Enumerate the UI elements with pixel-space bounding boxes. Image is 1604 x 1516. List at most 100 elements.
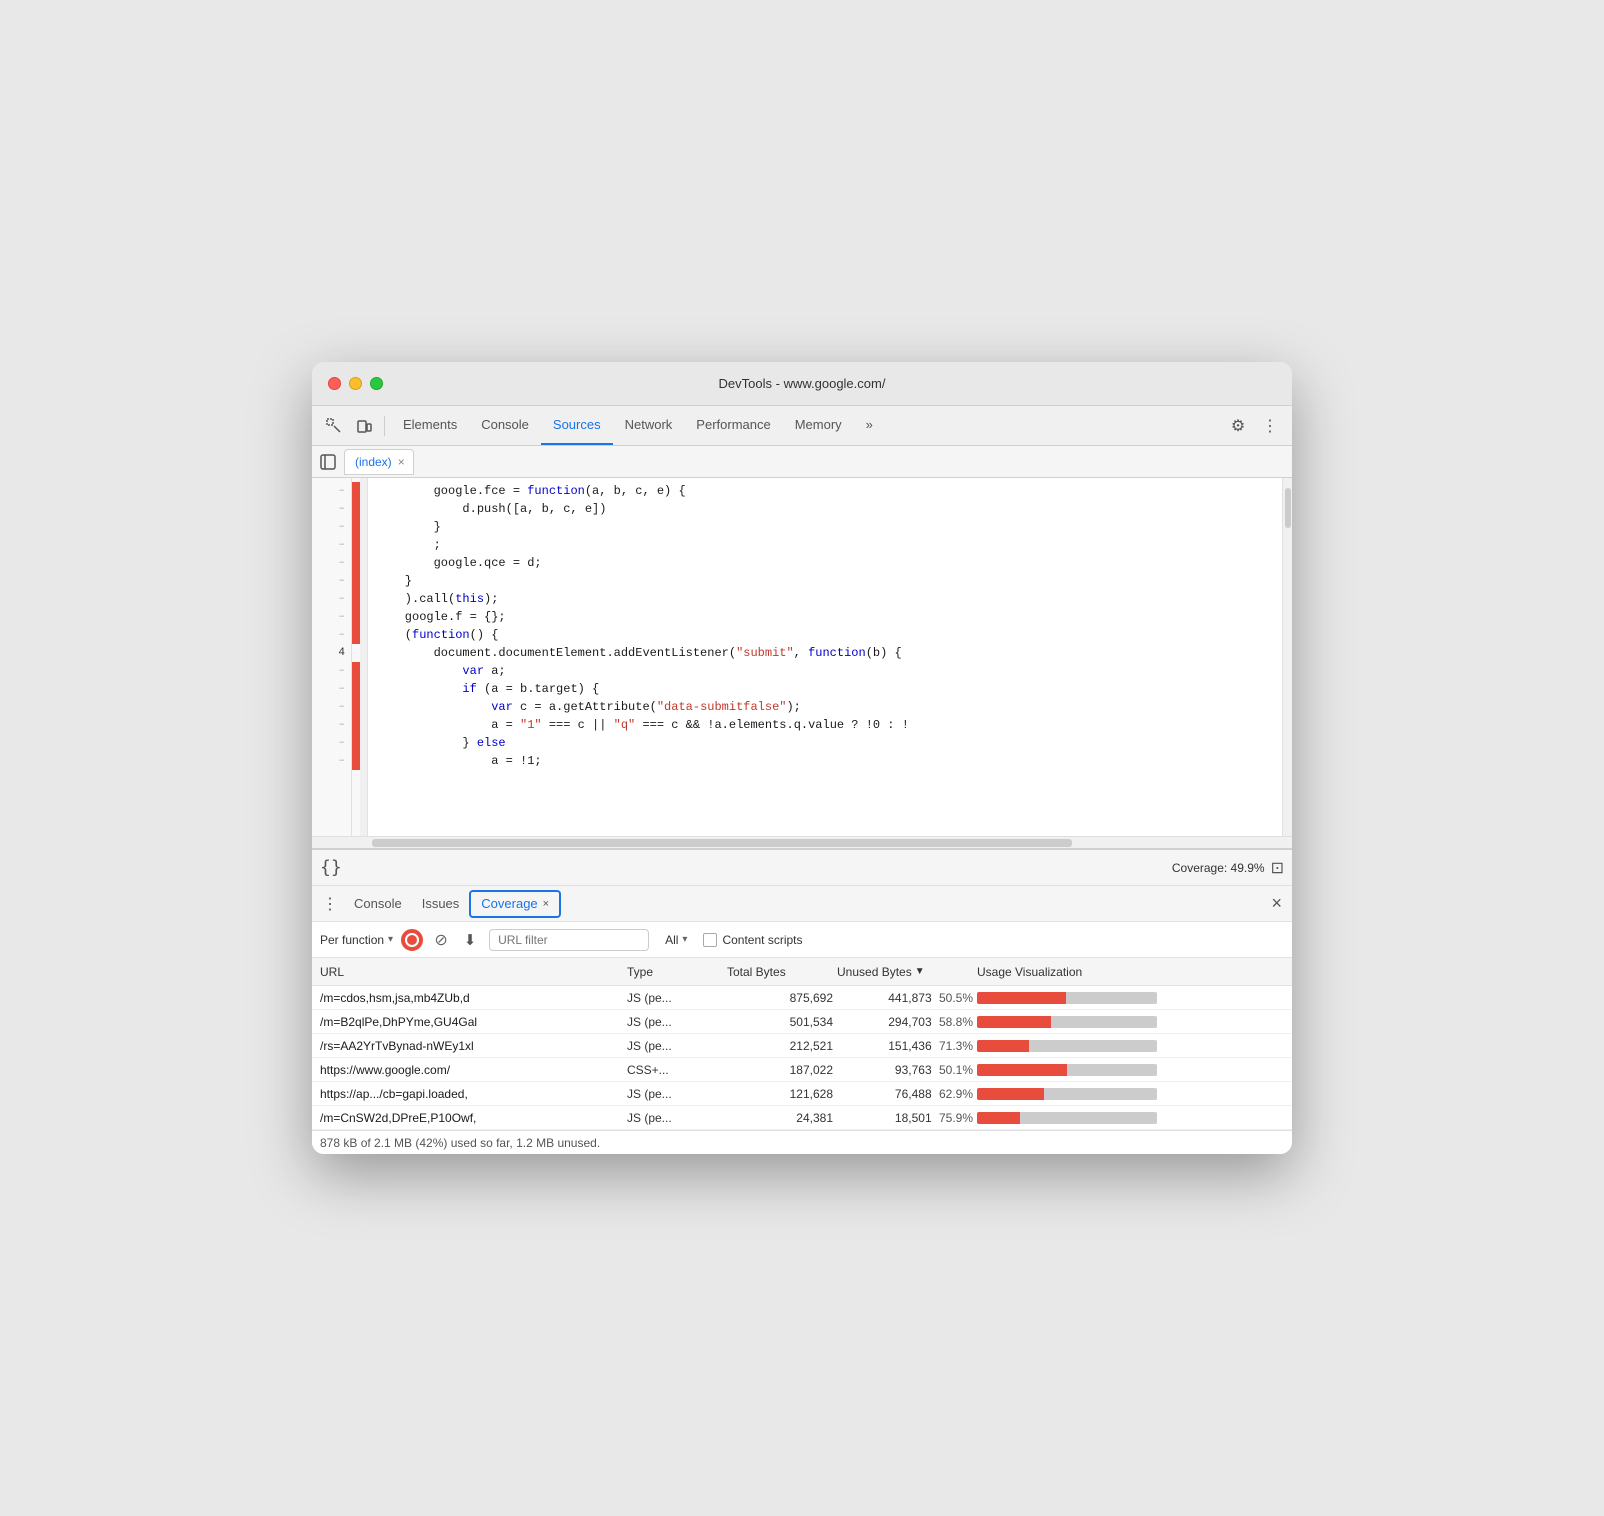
scroll-indicator[interactable] <box>1282 478 1292 836</box>
horizontal-scroll[interactable] <box>312 836 1292 848</box>
toolbar-right: ⚙ ⋮ <box>1224 412 1284 440</box>
line-num-3: – <box>312 518 351 536</box>
tab-coverage-bottom[interactable]: Coverage × <box>469 890 561 918</box>
coverage-mark-4 <box>352 536 360 554</box>
row3-used-portion <box>977 1040 1029 1052</box>
code-line-3: } <box>376 518 1274 536</box>
row6-url: /m=CnSW2d,DPreE,P10Owf, <box>320 1111 627 1125</box>
table-body: /m=cdos,hsm,jsa,mb4ZUb,d JS (pe... 875,6… <box>312 986 1292 1130</box>
row1-used-portion <box>977 992 1066 1004</box>
tab-more[interactable]: » <box>854 406 885 445</box>
code-editor: – – – – – – – – – 4 – – – – – – <box>312 478 1292 848</box>
code-line-4: ; <box>376 536 1274 554</box>
clear-button[interactable]: ⊘ <box>431 930 451 950</box>
table-row[interactable]: /m=cdos,hsm,jsa,mb4ZUb,d JS (pe... 875,6… <box>312 986 1292 1010</box>
row1-usage-bar-cell <box>977 992 1284 1004</box>
line-num-9: – <box>312 626 351 644</box>
coverage-mark-14 <box>352 716 360 734</box>
content-scripts-checkbox[interactable]: Content scripts <box>703 933 802 947</box>
row2-type: JS (pe... <box>627 1015 727 1029</box>
code-line-1: google.fce = function(a, b, c, e) { <box>376 482 1274 500</box>
tab-console-bottom[interactable]: Console <box>344 890 412 918</box>
tab-performance[interactable]: Performance <box>684 406 782 445</box>
coverage-mark-12 <box>352 680 360 698</box>
per-function-label: Per function <box>320 933 384 947</box>
tab-sources[interactable]: Sources <box>541 406 613 445</box>
sidebar-toggle-button[interactable] <box>316 450 340 474</box>
coverage-mark-3 <box>352 518 360 536</box>
coverage-tab-close[interactable]: × <box>543 898 549 910</box>
all-label: All <box>665 933 678 947</box>
h-scroll-thumb[interactable] <box>372 839 1072 847</box>
close-traffic-light[interactable] <box>328 377 341 390</box>
table-row[interactable]: /m=B2qlPe,DhPYme,GU4Gal JS (pe... 501,53… <box>312 1010 1292 1034</box>
row5-unused: 76,488 62.9% <box>837 1087 977 1101</box>
minimize-traffic-light[interactable] <box>349 377 362 390</box>
per-function-select[interactable]: Per function ▾ <box>320 933 393 947</box>
kebab-menu-button[interactable]: ⋮ <box>316 894 344 914</box>
file-tab-bar: (index) × <box>312 446 1292 478</box>
brackets-icon: {} <box>320 857 342 878</box>
row2-url: /m=B2qlPe,DhPYme,GU4Gal <box>320 1015 627 1029</box>
bottom-panel: {} Coverage: 49.9% ⊡ ⋮ Console Issues Co… <box>312 848 1292 1154</box>
code-line-11: var a; <box>376 662 1274 680</box>
row1-url: /m=cdos,hsm,jsa,mb4ZUb,d <box>320 991 627 1005</box>
table-row[interactable]: https://ap.../cb=gapi.loaded, JS (pe... … <box>312 1082 1292 1106</box>
settings-button[interactable]: ⚙ <box>1224 412 1252 440</box>
row2-usage-bar-cell <box>977 1016 1284 1028</box>
row4-unused-portion <box>1067 1064 1157 1076</box>
record-inner <box>405 933 419 947</box>
row3-unused: 151,436 71.3% <box>837 1039 977 1053</box>
fullscreen-traffic-light[interactable] <box>370 377 383 390</box>
close-panel-button[interactable]: × <box>1265 893 1288 914</box>
tab-elements[interactable]: Elements <box>391 406 469 445</box>
code-line-8: google.f = {}; <box>376 608 1274 626</box>
row1-unused: 441,873 50.5% <box>837 991 977 1005</box>
file-tab-index[interactable]: (index) × <box>344 449 414 475</box>
row6-type: JS (pe... <box>627 1111 727 1125</box>
tab-network[interactable]: Network <box>613 406 685 445</box>
download-button[interactable]: ⬇ <box>459 929 481 951</box>
table-row[interactable]: https://www.google.com/ CSS+... 187,022 … <box>312 1058 1292 1082</box>
row5-usage-bar <box>977 1088 1157 1100</box>
code-line-13: var c = a.getAttribute("data-submitfalse… <box>376 698 1274 716</box>
row1-unused-portion <box>1066 992 1157 1004</box>
row5-url: https://ap.../cb=gapi.loaded, <box>320 1087 627 1101</box>
code-line-9: (function() { <box>376 626 1274 644</box>
tab-issues-bottom[interactable]: Issues <box>412 890 470 918</box>
row6-usage-bar <box>977 1112 1157 1124</box>
row4-used-portion <box>977 1064 1067 1076</box>
code-line-16: a = !1; <box>376 752 1274 770</box>
code-line-7: ).call(this); <box>376 590 1274 608</box>
col-header-total: Total Bytes <box>727 965 837 979</box>
coverage-mark-6 <box>352 572 360 590</box>
line-num-4: – <box>312 536 351 554</box>
code-line-14: a = "1" === c || "q" === c && !a.element… <box>376 716 1274 734</box>
line-num-10: 4 <box>312 644 351 662</box>
line-num-15: – <box>312 734 351 752</box>
row3-url: /rs=AA2YrTvBynad-nWEy1xl <box>320 1039 627 1053</box>
row5-used-portion <box>977 1088 1044 1100</box>
device-toolbar-button[interactable] <box>350 412 378 440</box>
scroll-thumb[interactable] <box>1285 488 1291 528</box>
tab-console[interactable]: Console <box>469 406 541 445</box>
line-num-11: – <box>312 662 351 680</box>
code-lines: google.fce = function(a, b, c, e) { d.pu… <box>368 478 1282 836</box>
url-filter-input[interactable] <box>489 929 649 951</box>
content-scripts-check-box[interactable] <box>703 933 717 947</box>
inspect-element-button[interactable] <box>320 412 348 440</box>
tab-memory[interactable]: Memory <box>783 406 854 445</box>
all-select[interactable]: All ▾ <box>657 933 695 947</box>
title-bar: DevTools - www.google.com/ <box>312 362 1292 406</box>
row4-usage-bar <box>977 1064 1157 1076</box>
row4-usage-bar-cell <box>977 1064 1284 1076</box>
table-row[interactable]: /m=CnSW2d,DPreE,P10Owf, JS (pe... 24,381… <box>312 1106 1292 1130</box>
col-header-unused: Unused Bytes ▼ <box>837 965 977 979</box>
more-options-button[interactable]: ⋮ <box>1256 412 1284 440</box>
table-row[interactable]: /rs=AA2YrTvBynad-nWEy1xl JS (pe... 212,5… <box>312 1034 1292 1058</box>
row5-usage-bar-cell <box>977 1088 1284 1100</box>
record-button[interactable] <box>401 929 423 951</box>
file-tab-close[interactable]: × <box>398 455 405 469</box>
row1-usage-bar <box>977 992 1157 1004</box>
screenshot-icon[interactable]: ⊡ <box>1271 858 1284 878</box>
